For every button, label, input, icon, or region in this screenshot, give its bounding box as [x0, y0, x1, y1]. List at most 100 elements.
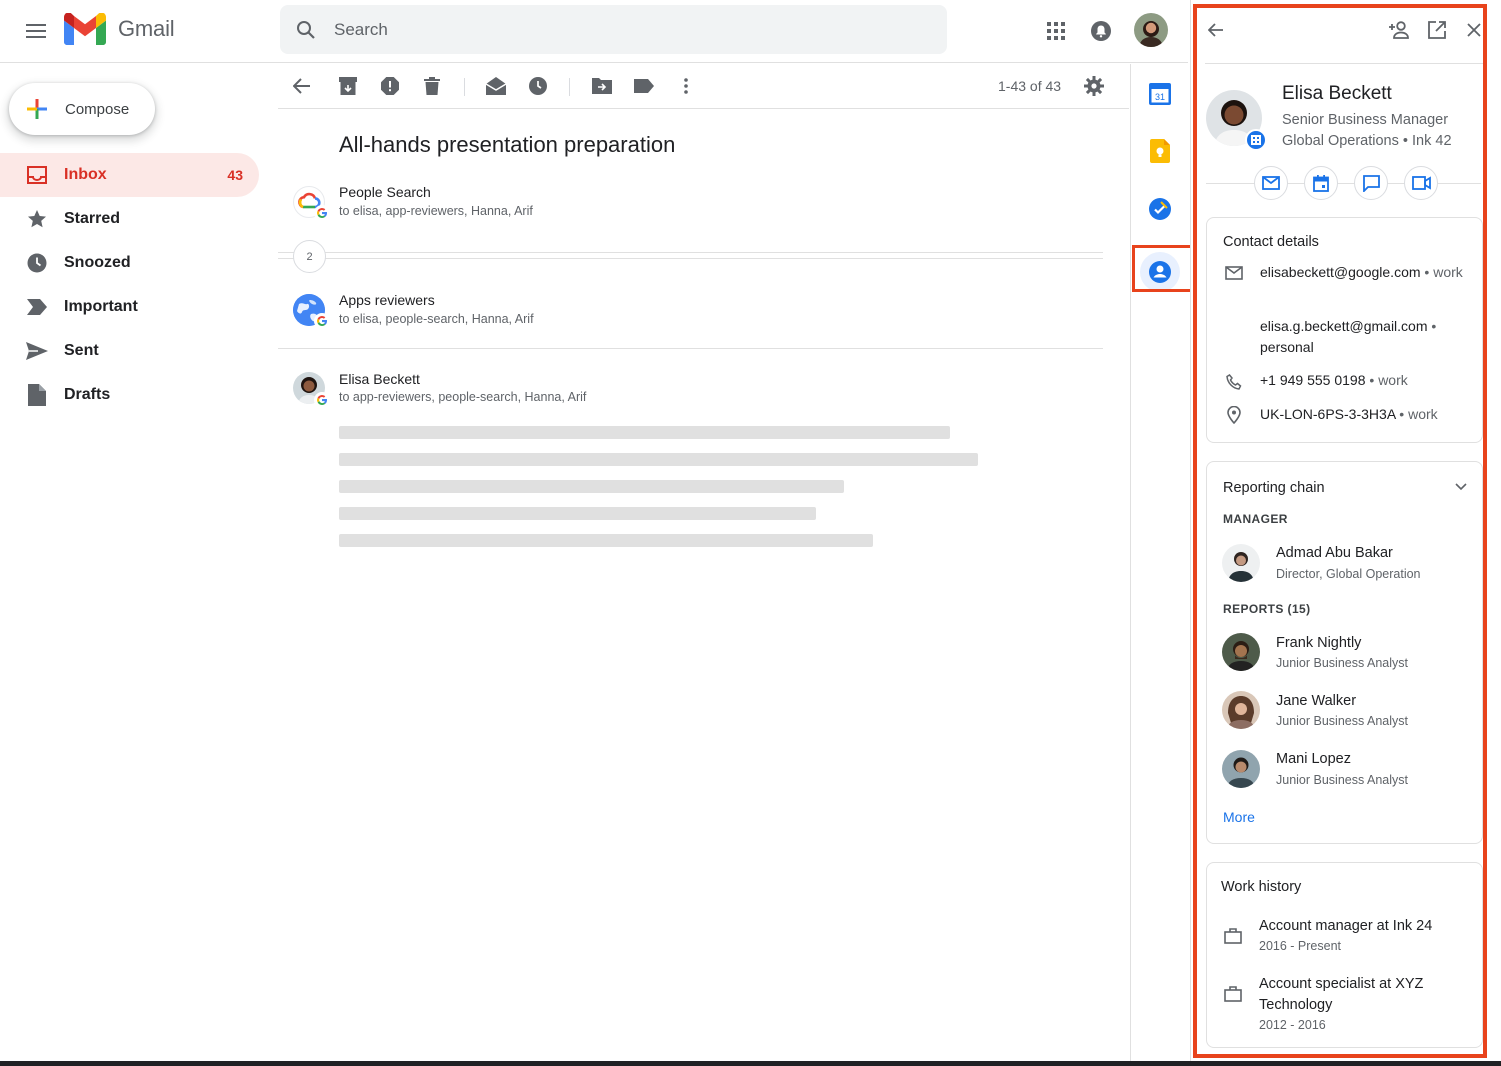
location-value: UK-LON-6PS-3-3H3A [1260, 406, 1396, 422]
move-to-icon[interactable] [590, 74, 614, 98]
search-icon[interactable] [294, 18, 318, 42]
schedule-event-button[interactable] [1304, 166, 1338, 200]
manager-section-label: MANAGER [1223, 512, 1288, 526]
more-reports-link[interactable]: More [1223, 809, 1255, 825]
message-recipients: to app-reviewers, people-search, Hanna, … [339, 390, 587, 404]
message-recipients: to elisa, people-search, Hanna, Arif [339, 312, 534, 326]
search-input[interactable] [334, 19, 894, 40]
contacts-highlight-box [1132, 245, 1193, 292]
tasks-icon[interactable] [1148, 197, 1172, 221]
back-arrow-icon[interactable] [290, 74, 314, 98]
settings-gear-icon[interactable] [1082, 74, 1106, 98]
personal-email-type: personal [1260, 339, 1314, 355]
contact-title: Senior Business Manager [1282, 112, 1449, 128]
compose-plus-icon [27, 99, 47, 119]
manager-role: Director, Global Operation [1276, 567, 1421, 581]
gmail-logo[interactable]: Gmail [64, 13, 175, 45]
message-recipients: to elisa, app-reviewers, Hanna, Arif [339, 204, 533, 218]
send-email-button[interactable] [1254, 166, 1288, 200]
side-panel-strip: 31 [1130, 64, 1188, 1066]
email-icon [1224, 263, 1244, 283]
unread-count: 43 [227, 167, 243, 183]
message-sender: Apps reviewers [339, 292, 435, 308]
sidebar-item-important[interactable]: Important [0, 285, 260, 329]
collapsed-messages-count[interactable]: 2 [293, 240, 326, 273]
chat-button[interactable] [1354, 166, 1388, 200]
sidebar-item-inbox[interactable]: Inbox 43 [0, 153, 259, 197]
sidebar-item-snoozed[interactable]: Snoozed [0, 241, 260, 285]
gmail-m-icon [64, 13, 106, 45]
keep-icon[interactable] [1148, 139, 1172, 163]
phone-icon [1224, 372, 1244, 392]
search-bar[interactable] [280, 5, 947, 54]
message-body-placeholder-line [339, 480, 844, 493]
archive-icon[interactable] [336, 74, 360, 98]
message-body-placeholder-line [339, 426, 950, 439]
draft-icon [26, 384, 48, 406]
work-email[interactable]: elisabeckett@google.com • work [1260, 262, 1470, 283]
card-title: Reporting chain [1223, 480, 1325, 496]
label-icon[interactable] [632, 74, 656, 98]
report-avatar[interactable] [1222, 750, 1260, 788]
manager-avatar[interactable] [1222, 544, 1260, 582]
thread-subject: All-hands presentation preparation [339, 132, 676, 157]
close-icon[interactable] [1463, 19, 1485, 41]
phone-type: work [1378, 372, 1408, 388]
sidebar-item-drafts[interactable]: Drafts [0, 373, 260, 417]
back-arrow-icon[interactable] [1205, 19, 1227, 41]
message-sender: Elisa Beckett [339, 371, 420, 387]
sidebar-item-label: Starred [64, 210, 121, 227]
report-avatar[interactable] [1222, 691, 1260, 729]
calendar-event-icon [1313, 174, 1329, 192]
video-call-button[interactable] [1404, 166, 1438, 200]
send-icon [26, 340, 48, 362]
sidebar-item-starred[interactable]: Starred [0, 197, 260, 241]
report-spam-icon[interactable] [378, 74, 402, 98]
clock-icon [26, 252, 48, 274]
thread-toolbar: 1-43 of 43 [278, 64, 1129, 109]
compose-button[interactable]: Compose [9, 83, 155, 135]
sidebar-item-label: Inbox [64, 166, 107, 183]
location-type: work [1408, 406, 1438, 422]
collapsed-divider-bottom [278, 258, 1103, 259]
compose-label: Compose [65, 100, 130, 118]
sidebar-item-label: Sent [64, 342, 99, 359]
notifications-icon[interactable] [1087, 15, 1115, 47]
add-contact-icon[interactable] [1388, 19, 1410, 41]
inbox-icon [26, 164, 48, 186]
app-name: Gmail [118, 16, 175, 41]
more-options-icon[interactable] [674, 74, 698, 98]
office-location[interactable]: UK-LON-6PS-3-3H3A • work [1260, 404, 1470, 425]
account-avatar[interactable] [1134, 13, 1168, 47]
report-name[interactable]: Jane Walker [1276, 693, 1356, 709]
work-email-type: work [1433, 264, 1463, 280]
reports-section-label: REPORTS (15) [1223, 602, 1311, 616]
delete-icon[interactable] [420, 74, 444, 98]
chevron-down-icon[interactable] [1454, 480, 1468, 494]
message-body-placeholder-line [339, 507, 816, 520]
main-menu-icon[interactable] [22, 17, 50, 45]
message-collapsed[interactable]: People Search to elisa, app-reviewers, H… [278, 180, 1103, 230]
calendar-icon[interactable]: 31 [1148, 82, 1172, 106]
open-in-new-icon[interactable] [1426, 19, 1448, 41]
manager-name[interactable]: Admad Abu Bakar [1276, 545, 1393, 561]
actions-divider [1206, 183, 1481, 184]
panel-header-divider [1205, 63, 1483, 64]
sidebar-item-sent[interactable]: Sent [0, 329, 260, 373]
directory-badge-icon [1245, 129, 1267, 151]
message-expanded-header[interactable]: Elisa Beckett to app-reviewers, people-s… [278, 367, 1103, 417]
report-name[interactable]: Mani Lopez [1276, 751, 1351, 767]
report-avatar[interactable] [1222, 633, 1260, 671]
apps-grid-icon[interactable] [1042, 15, 1070, 47]
phone-value: +1 949 555 0198 [1260, 372, 1366, 388]
location-pin-icon [1224, 405, 1244, 425]
report-name[interactable]: Frank Nightly [1276, 635, 1361, 651]
message-collapsed[interactable]: Apps reviewers to elisa, people-search, … [278, 288, 1103, 338]
personal-email[interactable]: elisa.g.beckett@gmail.com • personal [1260, 316, 1470, 358]
phone-number[interactable]: +1 949 555 0198 • work [1260, 370, 1470, 391]
report-role: Junior Business Analyst [1276, 656, 1409, 670]
card-title: Work history [1221, 879, 1302, 895]
snooze-icon[interactable] [526, 74, 550, 98]
mark-unread-icon[interactable] [484, 74, 508, 98]
bottom-bar [0, 1061, 1501, 1066]
